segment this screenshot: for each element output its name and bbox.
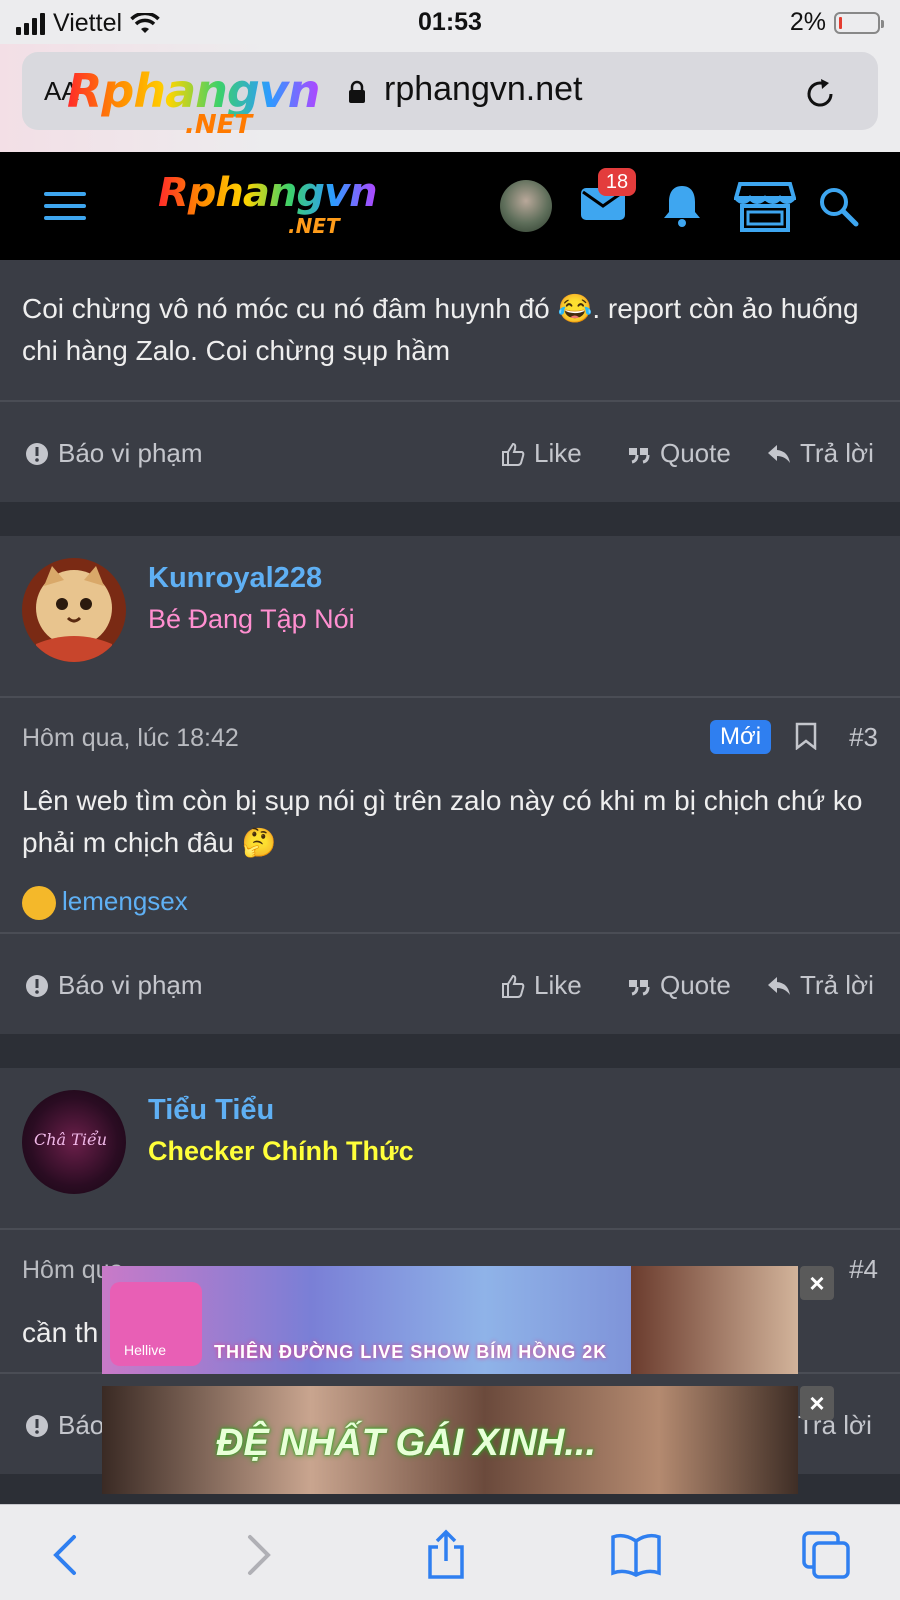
post-partial: Coi chừng vô nó móc cu nó đâm huynh đó 😂… bbox=[0, 260, 900, 400]
ad-banner[interactable]: ĐỆ NHẤT GÁI XINH... bbox=[102, 1386, 798, 1494]
post-number[interactable]: #4 bbox=[849, 1254, 878, 1285]
share-icon[interactable] bbox=[420, 1529, 472, 1581]
post-meta: Hôm qua, lúc 18:42 Mới #3 bbox=[0, 698, 900, 776]
clock: 01:53 bbox=[418, 8, 482, 36]
user-card: Kunroyal228 Bé Đang Tập Nói bbox=[0, 536, 900, 698]
reply-button[interactable]: Trả lời bbox=[766, 438, 874, 469]
site-logo-text: Rphangvn bbox=[158, 170, 378, 216]
avatar[interactable]: Châ Tiểu bbox=[22, 1090, 126, 1194]
quote-button[interactable]: Quote bbox=[626, 438, 731, 469]
post-text: Lên web tìm còn bị sụp nói gì trên zalo … bbox=[22, 785, 863, 858]
like-label: Like bbox=[534, 970, 582, 1000]
post-actions: Báo vi phạm Like Quote Trả lời bbox=[0, 932, 900, 1034]
thumbs-up-icon bbox=[502, 974, 525, 998]
ad-text: THIÊN ĐƯỜNG LIVE SHOW BÍM HỒNG 2K bbox=[214, 1342, 608, 1362]
ad-brand: Hellive bbox=[124, 1342, 167, 1358]
user-title: Bé Đang Tập Nói bbox=[148, 604, 355, 634]
overlay-logo: Rphangvn .NET bbox=[67, 64, 347, 144]
url-text[interactable]: rphangvn.net bbox=[384, 70, 583, 109]
ad-banner[interactable]: Hellive THIÊN ĐƯỜNG LIVE SHOW BÍM HỒNG 2… bbox=[102, 1266, 798, 1374]
laugh-reaction-icon bbox=[22, 886, 56, 920]
report-label: Báo vi phạm bbox=[58, 970, 203, 1000]
post-actions: Báo vi phạm Like Quote Trả lời bbox=[0, 400, 900, 502]
site-logo[interactable]: Rphangvn .NET bbox=[158, 170, 418, 242]
reaction-user[interactable]: lemengsex bbox=[62, 886, 188, 917]
post-number[interactable]: #3 bbox=[849, 722, 878, 753]
bell-icon[interactable] bbox=[660, 182, 704, 228]
browser-toolbar bbox=[0, 1504, 900, 1600]
reply-icon bbox=[768, 444, 790, 463]
avatar-text: Châ Tiểu bbox=[34, 1130, 108, 1149]
reply-icon bbox=[768, 976, 790, 995]
menu-icon[interactable] bbox=[44, 192, 86, 222]
avatar[interactable] bbox=[22, 558, 126, 662]
reply-label: Trả lời bbox=[800, 438, 874, 468]
reaction-row: lemengsex bbox=[0, 872, 900, 932]
quote-label: Quote bbox=[660, 438, 731, 468]
browser-bar: AA Rphangvn .NET rphangvn.net bbox=[0, 44, 900, 152]
bookmark-icon[interactable] bbox=[795, 722, 817, 750]
username[interactable]: Tiểu Tiểu bbox=[148, 1094, 274, 1127]
address-bar[interactable]: AA Rphangvn .NET rphangvn.net bbox=[22, 52, 878, 140]
site-header: Rphangvn .NET 18 bbox=[0, 152, 900, 260]
site-logo-sub: .NET bbox=[288, 214, 340, 238]
user-card: Châ Tiểu Tiểu Tiểu Checker Chính Thức bbox=[0, 1068, 900, 1230]
new-badge: Mới bbox=[710, 720, 772, 754]
forward-icon[interactable] bbox=[232, 1529, 284, 1581]
warning-icon bbox=[26, 1414, 48, 1437]
ad-close-button[interactable]: × bbox=[800, 1386, 834, 1420]
status-bar: Viettel 01:53 2% bbox=[0, 0, 900, 44]
like-label: Like bbox=[534, 438, 582, 468]
reply-label: Trả lời bbox=[800, 970, 874, 1000]
messages-badge: 18 bbox=[598, 168, 636, 196]
report-button[interactable]: Báo vi phạm bbox=[24, 438, 203, 469]
search-icon[interactable] bbox=[816, 184, 860, 228]
report-label: Báo bbox=[58, 1410, 105, 1440]
thumbs-up-icon bbox=[502, 442, 525, 466]
cat-avatar-icon bbox=[22, 558, 126, 662]
user-title: Checker Chính Thức bbox=[148, 1136, 414, 1166]
store-icon[interactable] bbox=[734, 180, 796, 232]
post-text: Coi chừng vô nó móc cu nó đâm huynh đó 😂… bbox=[22, 293, 859, 366]
warning-icon bbox=[26, 974, 48, 997]
status-right: 2% bbox=[789, 8, 884, 37]
bookmarks-icon[interactable] bbox=[610, 1529, 662, 1581]
lock-icon bbox=[349, 80, 365, 103]
report-button[interactable]: Báo vi phạm bbox=[24, 970, 203, 1001]
ad-logo: Hellive bbox=[110, 1282, 202, 1366]
report-label: Báo vi phạm bbox=[58, 438, 203, 468]
report-button[interactable]: Báo bbox=[24, 1410, 104, 1441]
reply-button[interactable]: Trả lời bbox=[766, 970, 874, 1001]
tabs-icon[interactable] bbox=[800, 1529, 852, 1581]
like-button[interactable]: Like bbox=[500, 970, 582, 1001]
back-icon[interactable] bbox=[40, 1529, 92, 1581]
quote-icon bbox=[629, 979, 650, 995]
quote-label: Quote bbox=[660, 970, 731, 1000]
post-3: Lên web tìm còn bị sụp nói gì trên zalo … bbox=[0, 776, 900, 932]
quote-button[interactable]: Quote bbox=[626, 970, 731, 1001]
overlay-logo-sub: .NET bbox=[185, 110, 253, 140]
ad-close-button[interactable]: × bbox=[800, 1266, 834, 1300]
user-avatar[interactable] bbox=[500, 180, 552, 232]
reload-icon[interactable] bbox=[802, 76, 838, 112]
ad-text: ĐỆ NHẤT GÁI XINH... bbox=[216, 1422, 597, 1464]
username[interactable]: Kunroyal228 bbox=[148, 562, 322, 595]
quote-icon bbox=[629, 447, 650, 463]
battery-icon bbox=[834, 11, 884, 34]
warning-icon bbox=[26, 442, 48, 465]
battery-percent: 2% bbox=[789, 8, 826, 36]
post-time[interactable]: Hôm qua, lúc 18:42 bbox=[22, 724, 239, 753]
like-button[interactable]: Like bbox=[500, 438, 582, 469]
